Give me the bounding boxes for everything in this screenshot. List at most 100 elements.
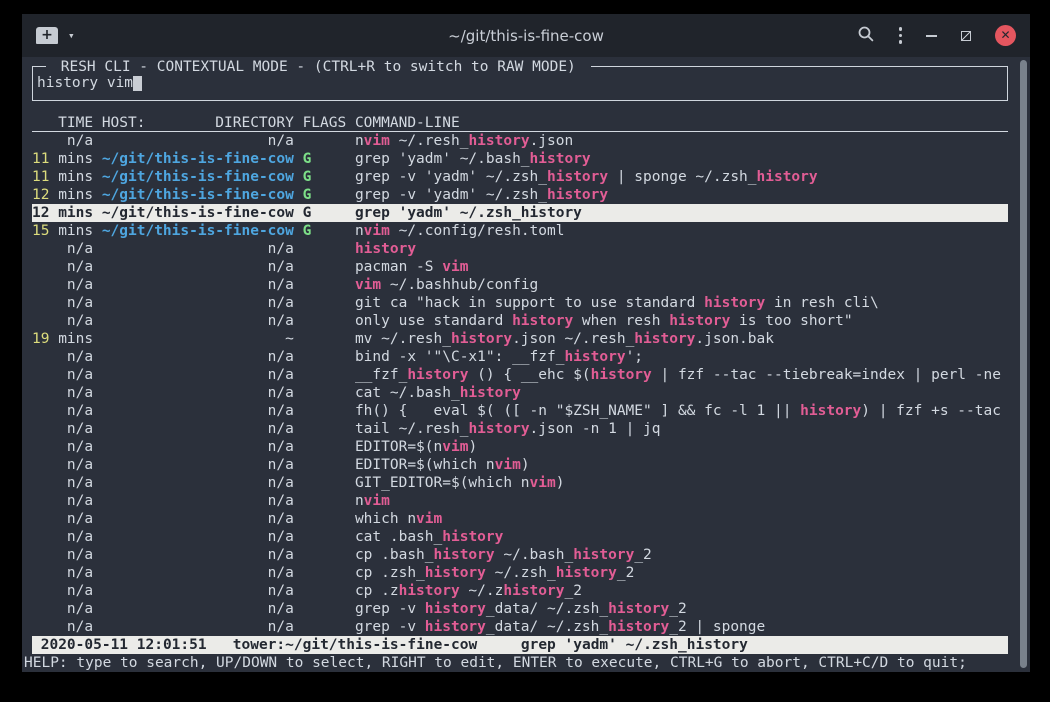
time-cell: n/a [32, 510, 93, 528]
command-match: history [800, 403, 861, 419]
command-text: _2 | sponge [669, 619, 765, 635]
command-text: ~/.config/resh.toml [390, 223, 565, 239]
header-directory: DIRECTORY [215, 114, 294, 131]
time-cell: 15 mins [32, 222, 93, 240]
command-text: in resh cli\ [765, 295, 879, 311]
command-match: history [425, 601, 486, 617]
time-cell: n/a [32, 474, 93, 492]
history-row[interactable]: 15 mins~/git/this-is-fine-cowGnvim ~/.co… [32, 222, 1008, 240]
command-text: tail ~/.resh_ [355, 421, 469, 437]
time-cell: 12 mins [32, 186, 93, 204]
time-unit: mins [49, 205, 93, 221]
new-tab-icon[interactable]: + [36, 27, 58, 44]
flags-cell [303, 546, 347, 564]
command-match: vim [355, 277, 381, 293]
command-cell: grep -v history_data/ ~/.zsh_history_2 |… [355, 618, 1008, 636]
time-cell: n/a [32, 402, 93, 420]
history-row[interactable]: n/an/aGIT_EDITOR=$(which nvim) [32, 474, 1008, 492]
header-flags: FLAGS [303, 114, 347, 131]
menu-kebab-icon[interactable] [899, 27, 903, 44]
search-input[interactable]: RESH CLI - CONTEXTUAL MODE - (CTRL+R to … [32, 66, 1008, 101]
command-cell: history [355, 240, 1008, 258]
history-row[interactable]: n/an/a__fzf_history () { __ehc $(history… [32, 366, 1008, 384]
history-row[interactable]: n/an/avim ~/.bashhub/config [32, 276, 1008, 294]
command-text: () { __ehc $( [468, 367, 590, 383]
search-icon[interactable] [857, 25, 875, 47]
history-row[interactable]: n/an/aonly use standard history when res… [32, 312, 1008, 330]
table-header: TIME HOST:DIRECTORY FLAGS COMMAND-LINE [32, 114, 1008, 132]
command-match: history [757, 169, 818, 185]
history-row[interactable]: n/an/acp .bash_history ~/.bash_history_2 [32, 546, 1008, 564]
command-cell: grep -v 'yadm' ~/.zsh_history [355, 186, 1008, 204]
time-unit: mins [49, 223, 93, 239]
command-cell: cp .zhistory ~/.zhistory_2 [355, 582, 1008, 600]
command-cell: cat ~/.bash_history [355, 384, 1008, 402]
command-match: history [425, 565, 486, 581]
command-cell: tail ~/.resh_history.json -n 1 | jq [355, 420, 1008, 438]
history-row[interactable]: n/an/apacman -S vim [32, 258, 1008, 276]
flags-cell [303, 618, 347, 636]
command-text: _2 [669, 601, 686, 617]
time-cell: n/a [32, 420, 93, 438]
history-row[interactable]: n/an/agrep -v history_data/ ~/.zsh_histo… [32, 618, 1008, 636]
history-row[interactable]: n/an/aEDITOR=$(nvim) [32, 438, 1008, 456]
directory-cell: n/a [102, 546, 294, 564]
command-cell: bind -x '"\C-x1": __fzf_history'; [355, 348, 1008, 366]
command-match: vim [364, 493, 390, 509]
command-text: bind -x '"\C-x1": __fzf_ [355, 349, 565, 365]
history-row[interactable]: 12 mins~/git/this-is-fine-cowGgrep -v 'y… [32, 186, 1008, 204]
command-text: | fzf --tac --tiebreak=index | perl -ne [652, 367, 1001, 383]
scrollbar [1020, 60, 1027, 668]
command-match: history [451, 331, 512, 347]
time-cell: n/a [32, 366, 93, 384]
history-row[interactable]: n/an/agit ca "hack in support to use sta… [32, 294, 1008, 312]
time-cell: n/a [32, 456, 93, 474]
history-row[interactable]: n/an/acp .zsh_history ~/.zsh_history_2 [32, 564, 1008, 582]
history-row[interactable]: n/an/afh() { eval $( ([ -n "$ZSH_NAME" ]… [32, 402, 1008, 420]
command-match: history [434, 547, 495, 563]
command-text: cat ~/.bash_ [355, 385, 460, 401]
time-number: 19 [32, 331, 49, 347]
history-row[interactable]: 19 mins~mv ~/.resh_history.json ~/.resh_… [32, 330, 1008, 348]
history-row[interactable]: n/an/acp .zhistory ~/.zhistory_2 [32, 582, 1008, 600]
scrollbar-thumb[interactable] [1020, 60, 1027, 668]
flags-cell [303, 582, 347, 600]
history-row[interactable]: n/an/agrep -v history_data/ ~/.zsh_histo… [32, 600, 1008, 618]
history-row[interactable]: 11 mins~/git/this-is-fine-cowGgrep 'yadm… [32, 150, 1008, 168]
history-row[interactable]: n/an/ahistory [32, 240, 1008, 258]
flags-cell: G [303, 204, 347, 222]
history-row[interactable]: n/an/acat .bash_history [32, 528, 1008, 546]
chevron-down-icon[interactable]: ▾ [68, 30, 75, 41]
command-text: _2 [617, 565, 634, 581]
command-match: vim [416, 511, 442, 527]
history-row[interactable]: n/an/anvim ~/.resh_history.json [32, 132, 1008, 150]
restore-button[interactable] [961, 31, 971, 41]
directory-cell: n/a [102, 294, 294, 312]
history-row[interactable]: n/an/acat ~/.bash_history [32, 384, 1008, 402]
flags-cell [303, 348, 347, 366]
directory-cell: n/a [102, 492, 294, 510]
flags-cell [303, 258, 347, 276]
time-cell: n/a [32, 312, 93, 330]
flags-cell [303, 438, 347, 456]
close-button[interactable]: ✕ [995, 25, 1016, 46]
history-row[interactable]: n/an/anvim [32, 492, 1008, 510]
command-text: n [355, 133, 364, 149]
history-row[interactable]: n/an/awhich nvim [32, 510, 1008, 528]
command-text: when resh [573, 313, 669, 329]
directory-cell: n/a [102, 582, 294, 600]
command-match: history [556, 565, 617, 581]
history-row[interactable]: 12 mins~/git/this-is-fine-cowGgrep 'yadm… [32, 204, 1008, 222]
directory-cell: ~/git/this-is-fine-cow [102, 186, 294, 204]
command-cell: EDITOR=$(which nvim) [355, 456, 1008, 474]
time-number: 11 [32, 151, 49, 167]
minimize-button[interactable] [926, 35, 937, 37]
command-text: pacman -S [355, 259, 442, 275]
directory-cell: n/a [102, 276, 294, 294]
history-row[interactable]: 11 mins~/git/this-is-fine-cowGgrep -v 'y… [32, 168, 1008, 186]
command-cell: which nvim [355, 510, 1008, 528]
history-row[interactable]: n/an/atail ~/.resh_history.json -n 1 | j… [32, 420, 1008, 438]
history-row[interactable]: n/an/aEDITOR=$(which nvim) [32, 456, 1008, 474]
flags-cell [303, 474, 347, 492]
history-row[interactable]: n/an/abind -x '"\C-x1": __fzf_history'; [32, 348, 1008, 366]
